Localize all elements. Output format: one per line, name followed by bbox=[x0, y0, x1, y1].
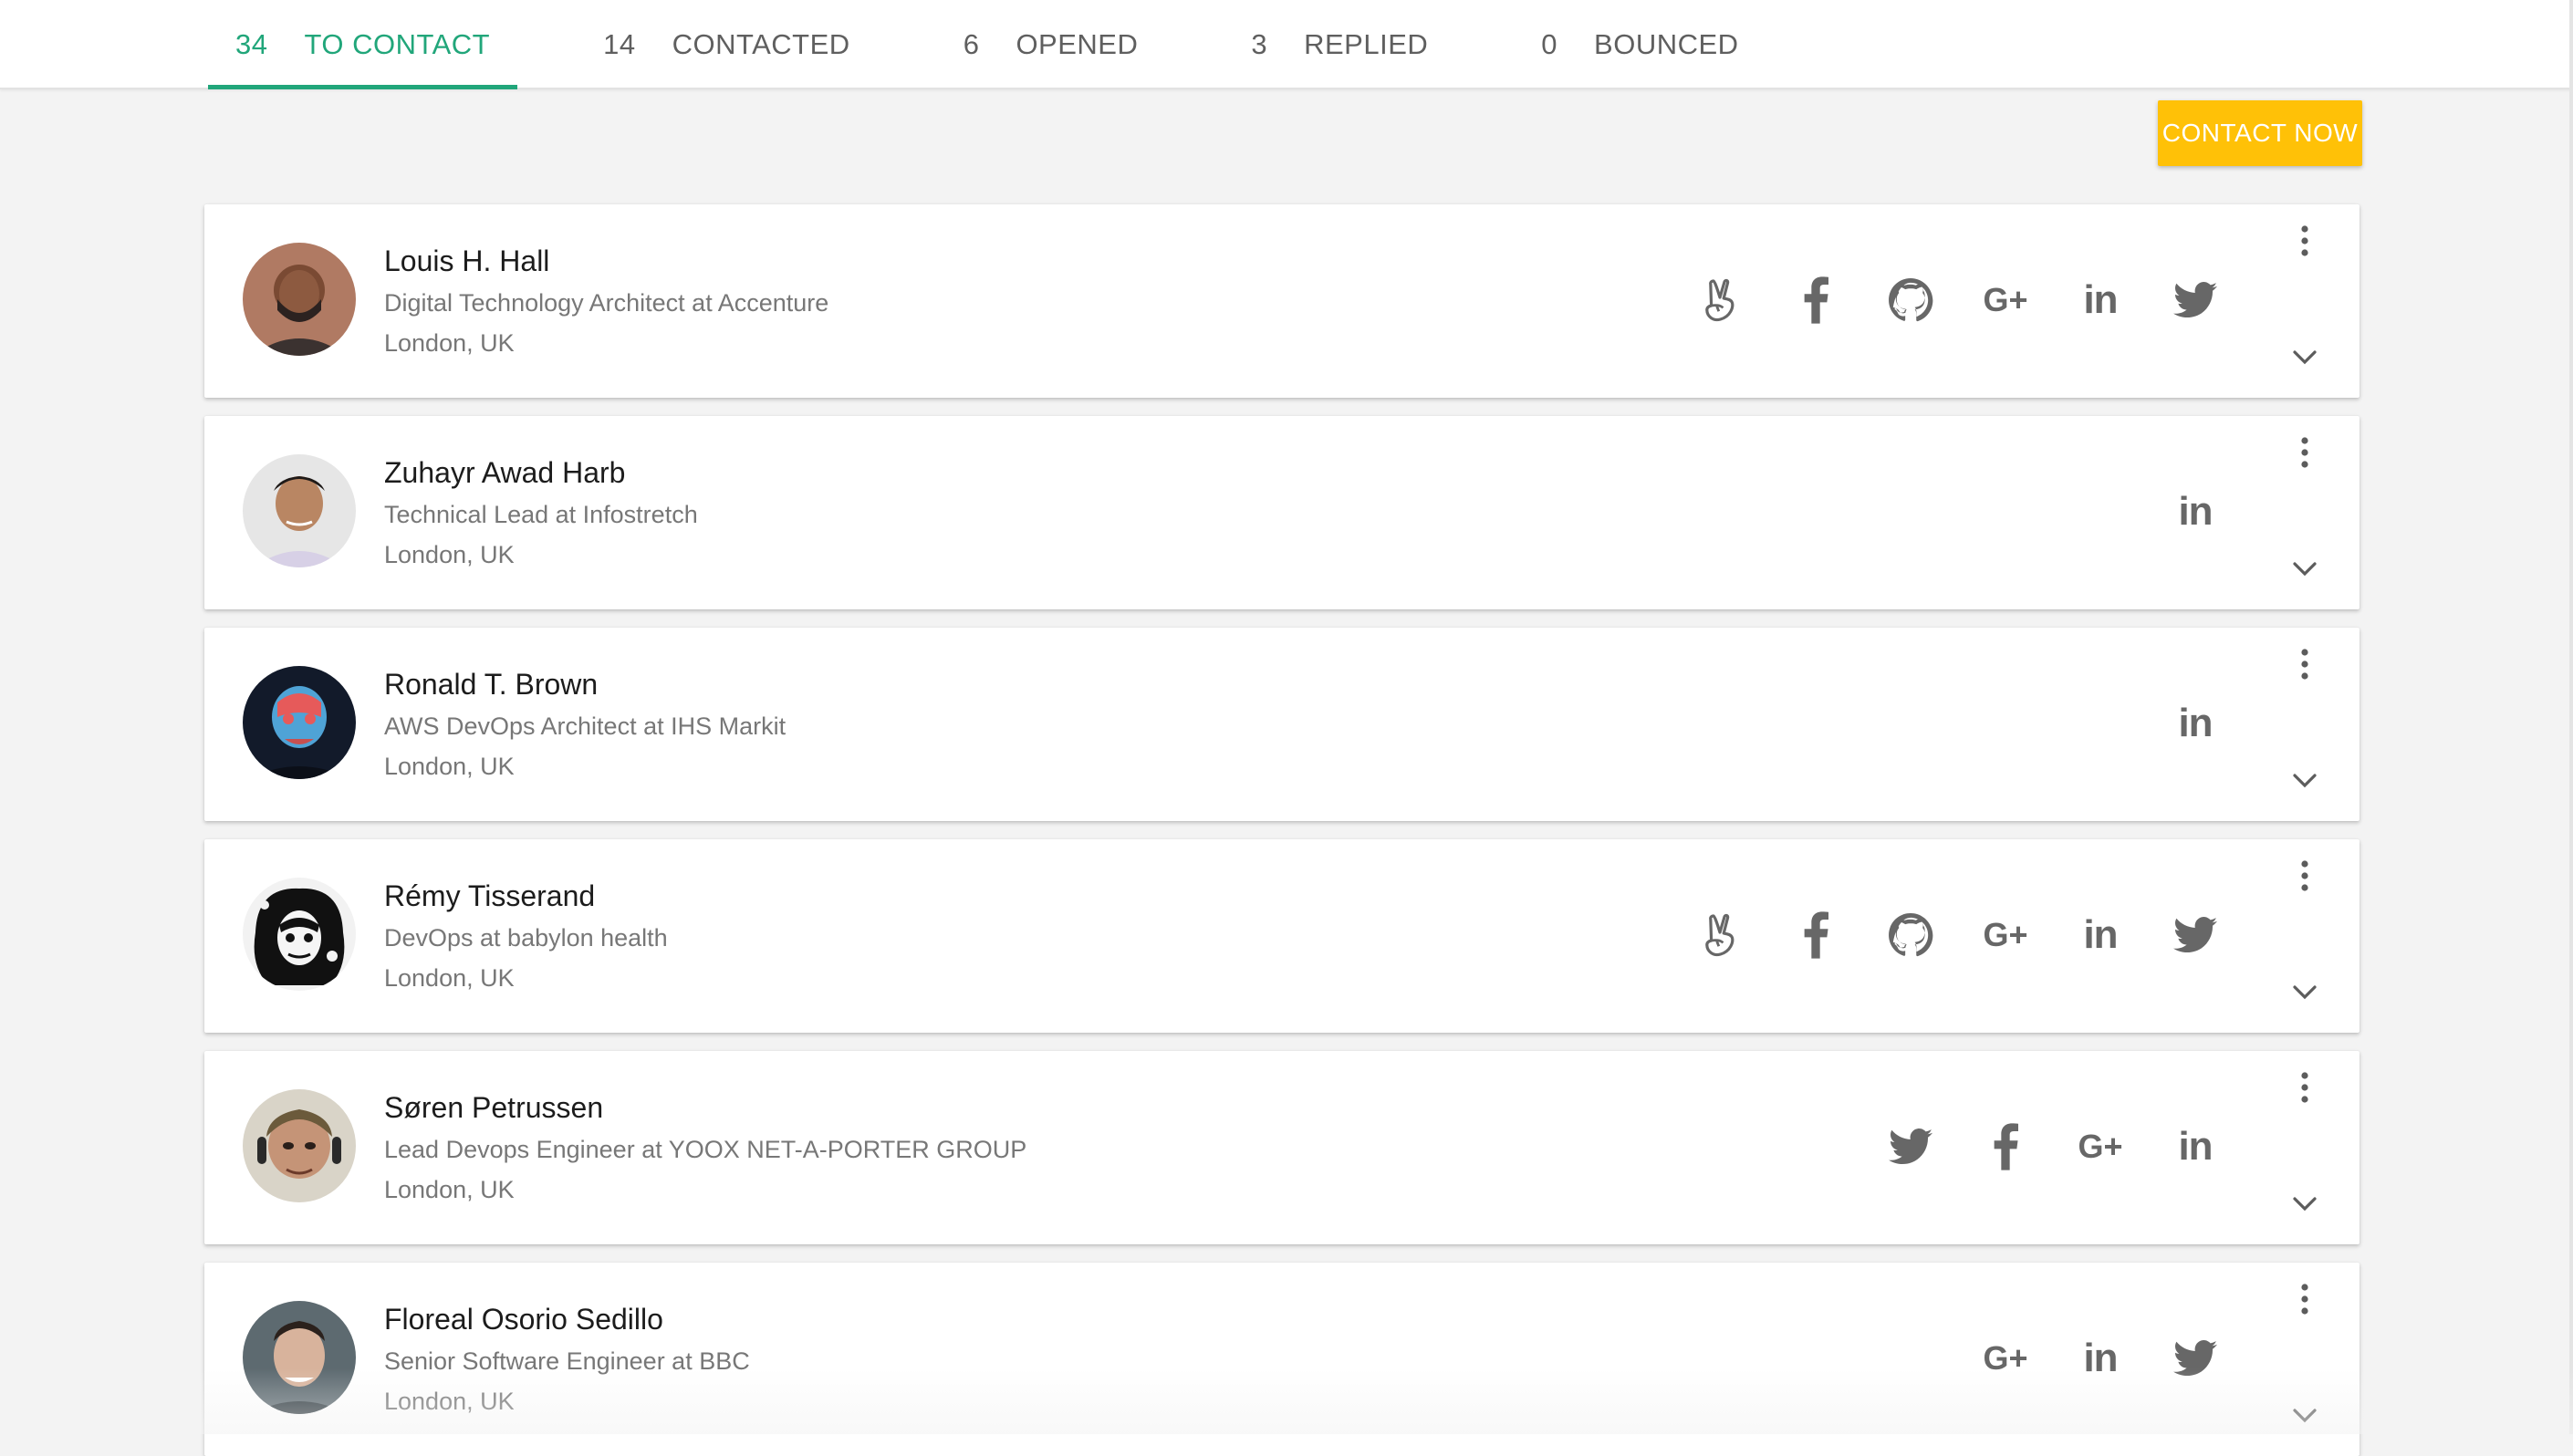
contact-card[interactable]: Rémy Tisserand DevOps at babylon health … bbox=[204, 839, 2359, 1033]
chevron-down-icon[interactable] bbox=[2287, 974, 2323, 1011]
social-links: in G+ bbox=[1958, 1326, 2243, 1390]
tab-to-contact[interactable]: 34 TO CONTACT bbox=[208, 0, 518, 89]
tab-count: 34 bbox=[235, 28, 268, 60]
contact-name[interactable]: Søren Petrussen bbox=[384, 1089, 1026, 1129]
chevron-down-icon[interactable] bbox=[2287, 1398, 2323, 1434]
contact-location: London, UK bbox=[384, 964, 515, 992]
social-links: in G+ bbox=[1863, 1115, 2243, 1179]
contact-info: Rémy Tisserand DevOps at babylon health … bbox=[384, 878, 668, 998]
tab-count: 0 bbox=[1541, 28, 1558, 60]
google-plus-icon[interactable]: G+ bbox=[1958, 903, 2053, 967]
tab-opened[interactable]: 6 OPENED bbox=[936, 0, 1166, 89]
tab-label: REPLIED bbox=[1304, 28, 1429, 60]
linkedin-icon[interactable]: in bbox=[2148, 692, 2243, 755]
status-tabs: 34 TO CONTACT 14 CONTACTED 6 OPENED 3 RE… bbox=[208, 0, 1825, 89]
tab-label: TO CONTACT bbox=[304, 28, 491, 60]
avatar bbox=[243, 243, 356, 356]
twitter-icon[interactable] bbox=[2148, 268, 2243, 332]
chevron-down-icon[interactable] bbox=[2287, 1186, 2323, 1222]
contact-title: Lead Devops Engineer at YOOX NET-A-PORTE… bbox=[384, 1136, 1027, 1163]
contact-card[interactable]: Floreal Osorio Sedillo Senior Software E… bbox=[204, 1263, 2359, 1456]
contact-title: Senior Software Engineer at BBC bbox=[384, 1347, 750, 1375]
more-menu-icon[interactable] bbox=[2287, 221, 2323, 261]
contact-location: London, UK bbox=[384, 1176, 515, 1203]
twitter-icon[interactable] bbox=[2148, 903, 2243, 967]
contact-name[interactable]: Ronald T. Brown bbox=[384, 666, 786, 706]
angellist-icon[interactable] bbox=[1673, 903, 1768, 967]
chevron-down-icon[interactable] bbox=[2287, 763, 2323, 799]
google-plus-icon[interactable]: G+ bbox=[1958, 268, 2053, 332]
contact-name[interactable]: Zuhayr Awad Harb bbox=[384, 454, 698, 494]
facebook-icon[interactable] bbox=[1768, 268, 1863, 332]
google-plus-icon[interactable]: G+ bbox=[2053, 1115, 2148, 1179]
contact-title: Digital Technology Architect at Accentur… bbox=[384, 289, 829, 317]
twitter-icon[interactable] bbox=[2148, 1326, 2243, 1390]
facebook-icon[interactable] bbox=[1768, 903, 1863, 967]
angellist-icon[interactable] bbox=[1673, 268, 1768, 332]
tab-label: OPENED bbox=[1016, 28, 1139, 60]
tab-replied[interactable]: 3 REPLIED bbox=[1224, 0, 1455, 89]
linkedin-icon[interactable]: in bbox=[2053, 903, 2148, 967]
facebook-icon[interactable] bbox=[1958, 1115, 2053, 1179]
linkedin-icon[interactable]: in bbox=[2053, 268, 2148, 332]
chevron-down-icon[interactable] bbox=[2287, 339, 2323, 376]
tab-label: BOUNCED bbox=[1594, 28, 1739, 60]
tab-count: 14 bbox=[603, 28, 636, 60]
contact-info: Søren Petrussen Lead Devops Engineer at … bbox=[384, 1089, 1026, 1210]
avatar bbox=[243, 666, 356, 779]
contact-info: Floreal Osorio Sedillo Senior Software E… bbox=[384, 1301, 750, 1421]
linkedin-icon[interactable]: in bbox=[2053, 1326, 2148, 1390]
contact-now-button[interactable]: CONTACT NOW bbox=[2158, 100, 2362, 166]
contact-location: London, UK bbox=[384, 753, 515, 780]
linkedin-icon[interactable]: in bbox=[2148, 1115, 2243, 1179]
avatar bbox=[243, 1301, 356, 1414]
top-nav-bar: 34 TO CONTACT 14 CONTACTED 6 OPENED 3 RE… bbox=[0, 0, 2573, 89]
github-icon[interactable] bbox=[1863, 903, 1958, 967]
contact-title: DevOps at babylon health bbox=[384, 924, 668, 952]
linkedin-icon[interactable]: in bbox=[2148, 480, 2243, 544]
contact-info: Zuhayr Awad Harb Technical Lead at Infos… bbox=[384, 454, 698, 575]
twitter-icon[interactable] bbox=[1863, 1115, 1958, 1179]
contact-card[interactable]: Søren Petrussen Lead Devops Engineer at … bbox=[204, 1051, 2359, 1244]
window-edge bbox=[2569, 0, 2573, 1434]
avatar bbox=[243, 1089, 356, 1202]
social-links: in bbox=[2148, 480, 2243, 544]
chevron-down-icon[interactable] bbox=[2287, 551, 2323, 588]
contact-card[interactable]: Zuhayr Awad Harb Technical Lead at Infos… bbox=[204, 416, 2359, 609]
contact-card[interactable]: Louis H. Hall Digital Technology Archite… bbox=[204, 204, 2359, 398]
tab-label: CONTACTED bbox=[672, 28, 850, 60]
more-menu-icon[interactable] bbox=[2287, 432, 2323, 473]
contact-title: Technical Lead at Infostretch bbox=[384, 501, 698, 528]
github-icon[interactable] bbox=[1863, 268, 1958, 332]
contact-title: AWS DevOps Architect at IHS Markit bbox=[384, 712, 786, 740]
more-menu-icon[interactable] bbox=[2287, 1279, 2323, 1319]
avatar bbox=[243, 878, 356, 991]
tab-contacted[interactable]: 14 CONTACTED bbox=[576, 0, 878, 89]
contact-info: Louis H. Hall Digital Technology Archite… bbox=[384, 243, 828, 363]
contact-info: Ronald T. Brown AWS DevOps Architect at … bbox=[384, 666, 786, 786]
more-menu-icon[interactable] bbox=[2287, 644, 2323, 684]
contact-name[interactable]: Rémy Tisserand bbox=[384, 878, 668, 918]
contact-location: London, UK bbox=[384, 1388, 515, 1415]
more-menu-icon[interactable] bbox=[2287, 856, 2323, 896]
social-links: in G+ bbox=[1673, 903, 2243, 967]
contact-location: London, UK bbox=[384, 329, 515, 357]
contact-name[interactable]: Louis H. Hall bbox=[384, 243, 828, 283]
tab-bounced[interactable]: 0 BOUNCED bbox=[1514, 0, 1766, 89]
tab-count: 6 bbox=[963, 28, 980, 60]
avatar bbox=[243, 454, 356, 567]
contact-location: London, UK bbox=[384, 541, 515, 568]
contact-card[interactable]: Ronald T. Brown AWS DevOps Architect at … bbox=[204, 628, 2359, 821]
more-menu-icon[interactable] bbox=[2287, 1067, 2323, 1108]
google-plus-icon[interactable]: G+ bbox=[1958, 1326, 2053, 1390]
social-links: in bbox=[2148, 692, 2243, 755]
contact-name[interactable]: Floreal Osorio Sedillo bbox=[384, 1301, 750, 1341]
social-links: in G+ bbox=[1673, 268, 2243, 332]
tab-count: 3 bbox=[1251, 28, 1268, 60]
